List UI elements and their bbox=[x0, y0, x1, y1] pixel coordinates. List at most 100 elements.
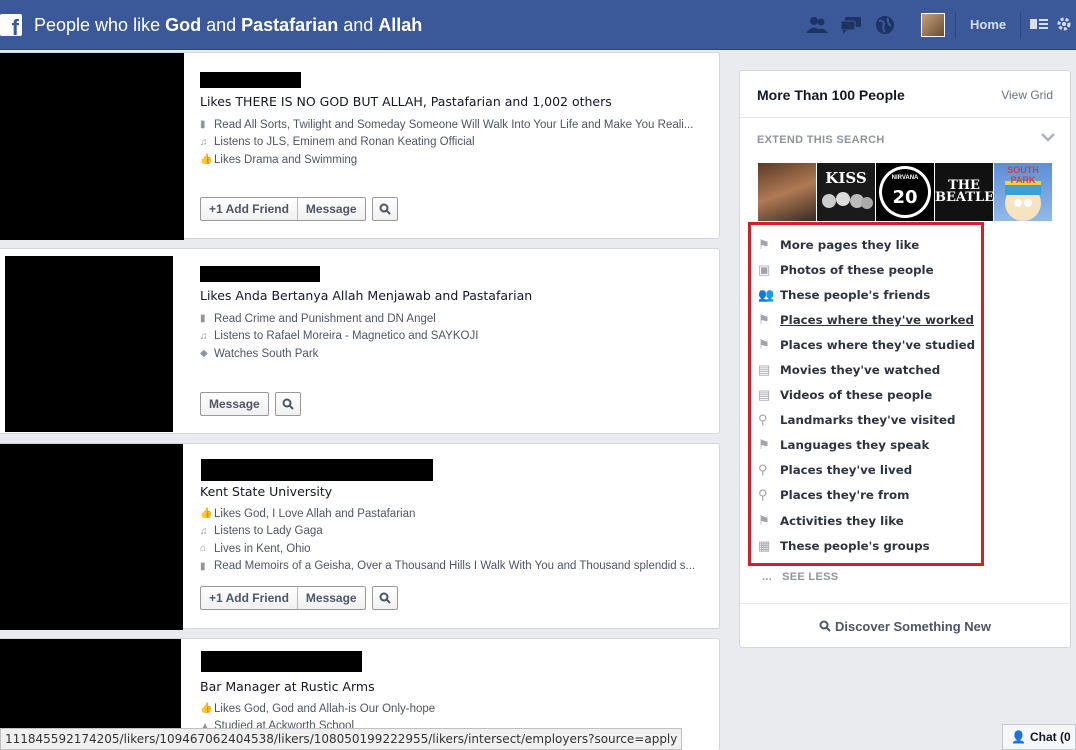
item-label: Activities they like bbox=[780, 513, 904, 528]
search-button[interactable] bbox=[371, 197, 398, 221]
sidebar-item-photos[interactable]: ▣ Photos of these people bbox=[758, 257, 975, 282]
chevron-down-icon[interactable] bbox=[1041, 131, 1055, 145]
sidebar-item-movies[interactable]: ▤ Movies they've watched bbox=[758, 357, 975, 382]
detail-text: Likes God, God and Allah-is Our Only-hop… bbox=[214, 702, 436, 715]
search-button[interactable] bbox=[371, 586, 398, 610]
name-redacted[interactable] bbox=[201, 459, 433, 481]
music-icon: ♫ bbox=[200, 525, 208, 537]
detail-row: 👍 Likes God, God and Allah-is Our Only-ho… bbox=[200, 700, 435, 718]
svg-text:20: 20 bbox=[892, 187, 917, 208]
detail-text: Lives in Kent, Ohio bbox=[214, 542, 311, 555]
settings-gear-icon[interactable] bbox=[1056, 16, 1072, 35]
detail-text: Listens to Lady Gaga bbox=[214, 525, 323, 538]
sidebar-item-more-pages[interactable]: ⚑ More pages they like bbox=[758, 232, 975, 257]
sidebar-item-languages[interactable]: ⚑ Languages they speak bbox=[758, 433, 975, 458]
friends-icon: 👤 bbox=[1011, 730, 1026, 744]
friend-actions: +1 Add Friend Message bbox=[200, 197, 366, 221]
sidebar-item-places-studied[interactable]: ⚑ Places where they've studied bbox=[758, 332, 975, 357]
tag-icon: ◆ bbox=[200, 348, 208, 360]
page-thumbnail[interactable]: KISS bbox=[817, 163, 875, 221]
page-thumbnail[interactable]: SOUTH PARK bbox=[994, 163, 1052, 221]
page-thumbnail[interactable]: THE BEATLES bbox=[935, 163, 993, 221]
detail-text: Listens to Rafael Moreira - Magnetico an… bbox=[214, 330, 479, 343]
search-button[interactable] bbox=[274, 392, 301, 416]
friend-actions: Message bbox=[200, 392, 269, 416]
chat-label: Chat (0 bbox=[1029, 730, 1071, 744]
detail-row: ♫ Listens to JLS, Eminem and Ronan Keatin… bbox=[200, 134, 693, 152]
group-icon: ▦ bbox=[758, 537, 771, 553]
detail-row: ▮ Read Crime and Punishment and DN Angel bbox=[200, 310, 478, 328]
film-icon: ▤ bbox=[758, 387, 771, 403]
result-card: Kent State University 👍 Likes God, I Love… bbox=[0, 443, 720, 630]
add-friend-button[interactable]: +1 Add Friend bbox=[201, 587, 297, 609]
sidebar-item-activities[interactable]: ⚑ Activities they like bbox=[758, 508, 975, 533]
detail-text: Read Crime and Punishment and DN Angel bbox=[214, 312, 436, 325]
detail-text: Likes God, I Love Allah and Pastafarian bbox=[214, 507, 416, 520]
thumbnail-label: NIRVANA bbox=[891, 175, 919, 181]
query-and: and bbox=[338, 15, 379, 35]
facebook-logo[interactable]: f bbox=[0, 14, 22, 39]
detail-row: ◆ Watches South Park bbox=[200, 345, 478, 363]
friend-requests-icon[interactable] bbox=[805, 13, 829, 37]
results-count-title: More Than 100 People bbox=[757, 87, 905, 103]
message-button[interactable]: Message bbox=[201, 393, 268, 415]
profile-photo-redacted[interactable] bbox=[5, 256, 173, 432]
discover-something-new-button[interactable]: Discover Something New bbox=[740, 603, 1070, 648]
add-friend-icon: +1 bbox=[209, 202, 226, 216]
sidebar-item-places-from[interactable]: ⚲ Places they're from bbox=[758, 483, 975, 508]
divider bbox=[1020, 12, 1021, 38]
item-label: Languages they speak bbox=[780, 438, 930, 453]
notifications-globe-icon[interactable] bbox=[873, 13, 897, 37]
book-icon: ▮ bbox=[200, 119, 206, 131]
result-title: Likes THERE IS NO GOD BUT ALLAH, Pastafa… bbox=[200, 94, 612, 109]
sidebar-item-videos[interactable]: ▤ Videos of these people bbox=[758, 383, 975, 408]
result-card: Likes Anda Bertanya Allah Menjawab and P… bbox=[0, 248, 720, 434]
message-button[interactable]: Message bbox=[296, 587, 365, 609]
item-label: Videos of these people bbox=[780, 388, 933, 403]
chat-tab[interactable]: 👤 Chat (0 bbox=[1002, 724, 1076, 750]
message-button[interactable]: Message bbox=[296, 198, 365, 220]
add-friend-button[interactable]: +1 Add Friend bbox=[201, 198, 297, 220]
detail-text: Watches South Park bbox=[214, 347, 319, 360]
page-thumbnail[interactable]: 20 NIRVANA bbox=[876, 163, 934, 221]
page-thumbnail[interactable] bbox=[758, 163, 816, 221]
see-less-link[interactable]: ... SEE LESS bbox=[762, 571, 838, 583]
item-label: More pages they like bbox=[780, 237, 920, 252]
detail-row: ▮ Read All Sorts, Twilight and Someday So… bbox=[200, 116, 693, 134]
sidebar-header: More Than 100 People View Grid bbox=[740, 71, 1070, 118]
like-icon: 👍 bbox=[200, 154, 213, 166]
extend-search-heading: EXTEND THIS SEARCH bbox=[757, 134, 885, 146]
profile-avatar[interactable] bbox=[921, 13, 945, 37]
name-redacted[interactable] bbox=[201, 651, 362, 672]
detail-row: 👍 Likes Drama and Swimming bbox=[200, 151, 693, 169]
photo-icon: ▣ bbox=[758, 261, 771, 277]
friends-icon: 👥 bbox=[758, 286, 775, 302]
query-and: and bbox=[201, 15, 242, 35]
item-label: Photos of these people bbox=[780, 262, 934, 277]
profile-photo-redacted[interactable] bbox=[0, 444, 183, 630]
name-redacted[interactable] bbox=[200, 266, 320, 282]
sidebar-item-landmarks[interactable]: ⚲ Landmarks they've visited bbox=[758, 408, 975, 433]
detail-text: Likes Drama and Swimming bbox=[214, 153, 358, 166]
view-grid-link[interactable]: View Grid bbox=[1001, 88, 1053, 102]
search-query-title[interactable]: People who like God and Pastafarian and … bbox=[34, 15, 422, 35]
result-details: 👍 Likes God, I Love Allah and Pastafarian… bbox=[200, 505, 695, 575]
name-redacted[interactable] bbox=[200, 72, 301, 88]
messages-icon[interactable] bbox=[839, 13, 863, 37]
sidebar-item-places-worked[interactable]: ⚑ Places where they've worked bbox=[758, 307, 975, 332]
film-icon: ▤ bbox=[758, 362, 771, 378]
flag-icon: ⚑ bbox=[758, 437, 770, 453]
query-term-2: Pastafarian bbox=[241, 15, 339, 35]
privacy-shortcuts-icon[interactable] bbox=[1030, 16, 1048, 35]
sidebar-item-groups[interactable]: ▦ These people's groups bbox=[758, 533, 975, 558]
sidebar-item-friends[interactable]: 👥 These people's friends bbox=[758, 282, 975, 307]
result-title: Bar Manager at Rustic Arms bbox=[200, 679, 375, 694]
home-link[interactable]: Home bbox=[970, 17, 1006, 32]
profile-photo-redacted[interactable] bbox=[0, 53, 184, 240]
extend-thumbnails: KISS 20 NIRVANA THE BEATLES SOUTH PARK bbox=[758, 163, 1052, 221]
like-icon: 👍 bbox=[200, 703, 213, 715]
thumbnail-label: THE BEATLES bbox=[935, 178, 993, 205]
sidebar-item-places-lived[interactable]: ⚲ Places they've lived bbox=[758, 458, 975, 483]
query-term-1: God bbox=[165, 15, 202, 35]
flag-icon: ⚑ bbox=[758, 236, 770, 252]
